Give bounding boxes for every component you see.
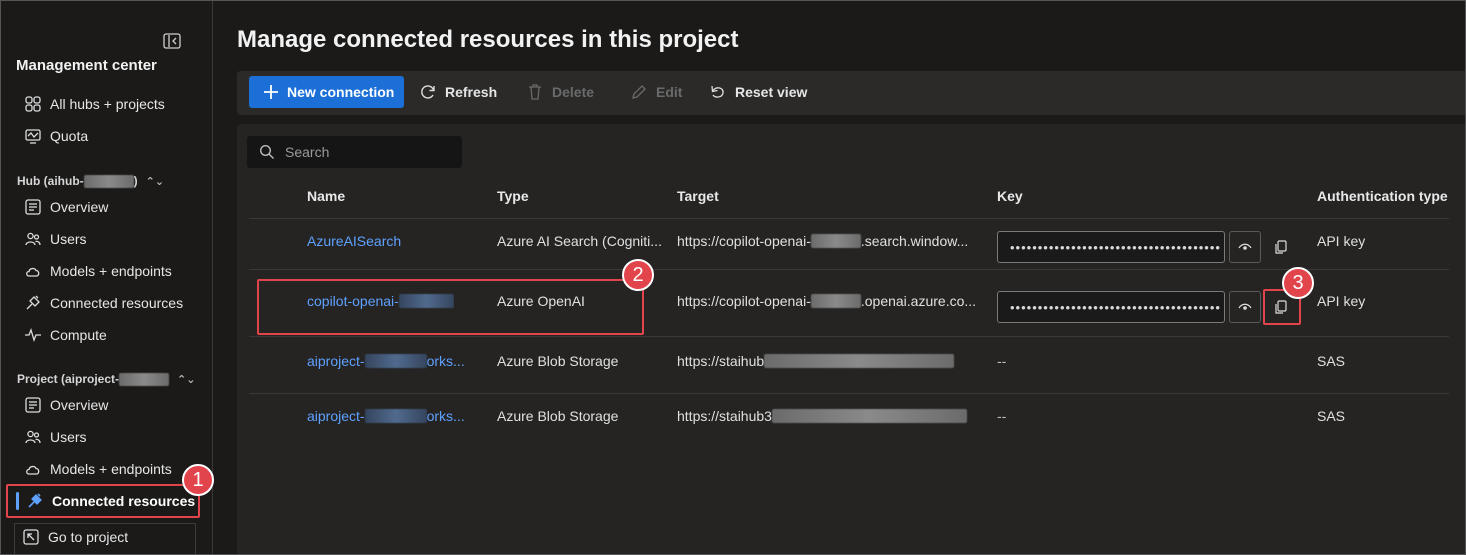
connection-target: https://staihub (677, 353, 977, 369)
column-header-auth-type[interactable]: Authentication type (1317, 188, 1448, 204)
auth-type: API key (1317, 293, 1366, 309)
callout-badge-3: 3 (1282, 267, 1314, 299)
key-empty: -- (997, 353, 1007, 369)
compute-icon (25, 328, 41, 342)
sidebar-item-hub-models[interactable]: Models + endpoints (24, 257, 172, 285)
callout-badge-1: 1 (182, 464, 214, 496)
hub-section-selector[interactable]: Hub (aihub-) ⌃⌄ (17, 174, 164, 188)
page-title: Manage connected resources in this proje… (237, 26, 739, 53)
highlight-box-2 (257, 279, 644, 335)
grid-icon (25, 96, 41, 112)
connection-name-link[interactable]: aiproject-orks... (307, 408, 465, 424)
search-input[interactable]: Search (247, 136, 462, 168)
search-icon (259, 144, 274, 159)
delete-button[interactable]: Delete (526, 76, 594, 108)
row-divider (249, 393, 1449, 394)
sidebar-item-project-users[interactable]: Users (24, 423, 87, 451)
collapse-sidebar-icon[interactable] (163, 33, 181, 49)
auth-type: SAS (1317, 353, 1346, 369)
sidebar-item-label: Models + endpoints (50, 461, 172, 477)
quota-icon (25, 129, 41, 144)
sidebar-item-label: Compute (50, 327, 107, 343)
go-to-project-label: Go to project (48, 529, 129, 545)
sidebar-item-hub-compute[interactable]: Compute (24, 321, 107, 349)
show-key-button[interactable] (1229, 231, 1261, 263)
sidebar-item-label: All hubs + projects (50, 96, 165, 112)
sidebar-item-all-hubs[interactable]: All hubs + projects (24, 90, 165, 118)
sidebar-item-project-overview[interactable]: Overview (24, 391, 108, 419)
highlight-box-1 (6, 484, 200, 518)
eye-icon (1238, 243, 1252, 250)
copy-key-button[interactable] (1270, 236, 1292, 258)
connections-panel (237, 124, 1466, 555)
undo-icon (711, 85, 724, 98)
sidebar-title: Management center (16, 57, 157, 74)
sidebar-item-label: Users (50, 429, 87, 445)
callout-badge-2: 2 (622, 259, 654, 291)
cloud-icon (26, 267, 40, 277)
refresh-button[interactable]: Refresh (419, 76, 497, 108)
reset-view-button[interactable]: Reset view (709, 76, 807, 108)
show-key-button[interactable] (1229, 291, 1261, 323)
sidebar-item-label: Connected resources (50, 295, 184, 311)
column-header-name[interactable]: Name (307, 188, 345, 204)
new-connection-button[interactable]: New connection (249, 76, 404, 108)
sidebar-item-label: Quota (50, 128, 89, 144)
go-to-project-link[interactable]: Go to project (22, 523, 128, 551)
toolbar: New connection Refresh Delete Edit Reset… (237, 71, 1466, 115)
api-key-field[interactable]: •••••••••••••••••••••••••••••••••••••• (997, 291, 1225, 323)
sidebar-item-hub-overview[interactable]: Overview (24, 193, 108, 221)
row-divider (249, 269, 1449, 270)
connection-type: Azure Blob Storage (497, 353, 619, 369)
trash-icon (529, 84, 541, 100)
sidebar-item-hub-users[interactable]: Users (24, 225, 87, 253)
copy-icon (1275, 240, 1287, 254)
chevron-updown-icon: ⌃⌄ (177, 373, 196, 386)
sidebar-item-project-models[interactable]: Models + endpoints (24, 455, 172, 483)
chevron-updown-icon: ⌃⌄ (145, 175, 165, 188)
auth-type: API key (1317, 233, 1366, 249)
column-header-type[interactable]: Type (497, 188, 529, 204)
connection-type: Azure AI Search (Cogniti... (497, 233, 662, 249)
api-key-field[interactable]: •••••••••••••••••••••••••••••••••••••• (997, 231, 1225, 263)
cloud-icon (26, 465, 40, 475)
connection-target: https://copilot-openai- .search.window... (677, 233, 969, 249)
refresh-icon (421, 85, 435, 99)
eye-icon (1238, 303, 1252, 310)
project-section-selector[interactable]: Project (aiproject- ⌃⌄ (17, 372, 195, 386)
key-empty: -- (997, 408, 1007, 424)
connection-name-link[interactable]: aiproject-orks... (307, 353, 465, 369)
users-icon (25, 430, 41, 444)
pencil-icon (632, 85, 646, 99)
sidebar-item-quota[interactable]: Quota (24, 122, 88, 150)
plus-icon (264, 85, 278, 99)
header-divider (249, 218, 1449, 219)
overview-icon (25, 199, 41, 215)
connection-target: https://staihub3 (677, 408, 977, 424)
sidebar: Management center All hubs + projects Qu… (0, 0, 213, 555)
connection-target: https://copilot-openai- .openai.azure.co.… (677, 293, 977, 309)
sidebar-item-hub-connected-resources[interactable]: Connected resources (24, 289, 183, 317)
sidebar-item-label: Overview (50, 199, 109, 215)
connection-type: Azure Blob Storage (497, 408, 619, 424)
sidebar-item-label: Models + endpoints (50, 263, 172, 279)
row-divider (249, 336, 1449, 337)
edit-button[interactable]: Edit (630, 76, 682, 108)
plug-icon (26, 295, 40, 310)
overview-icon (25, 397, 41, 413)
column-header-target[interactable]: Target (677, 188, 719, 204)
arrow-up-left-icon (23, 529, 39, 545)
auth-type: SAS (1317, 408, 1346, 424)
users-icon (25, 232, 41, 246)
sidebar-item-label: Overview (50, 397, 109, 413)
search-placeholder: Search (285, 144, 330, 160)
column-header-key[interactable]: Key (997, 188, 1023, 204)
sidebar-item-label: Users (50, 231, 87, 247)
connection-name-link[interactable]: AzureAISearch (307, 233, 401, 249)
